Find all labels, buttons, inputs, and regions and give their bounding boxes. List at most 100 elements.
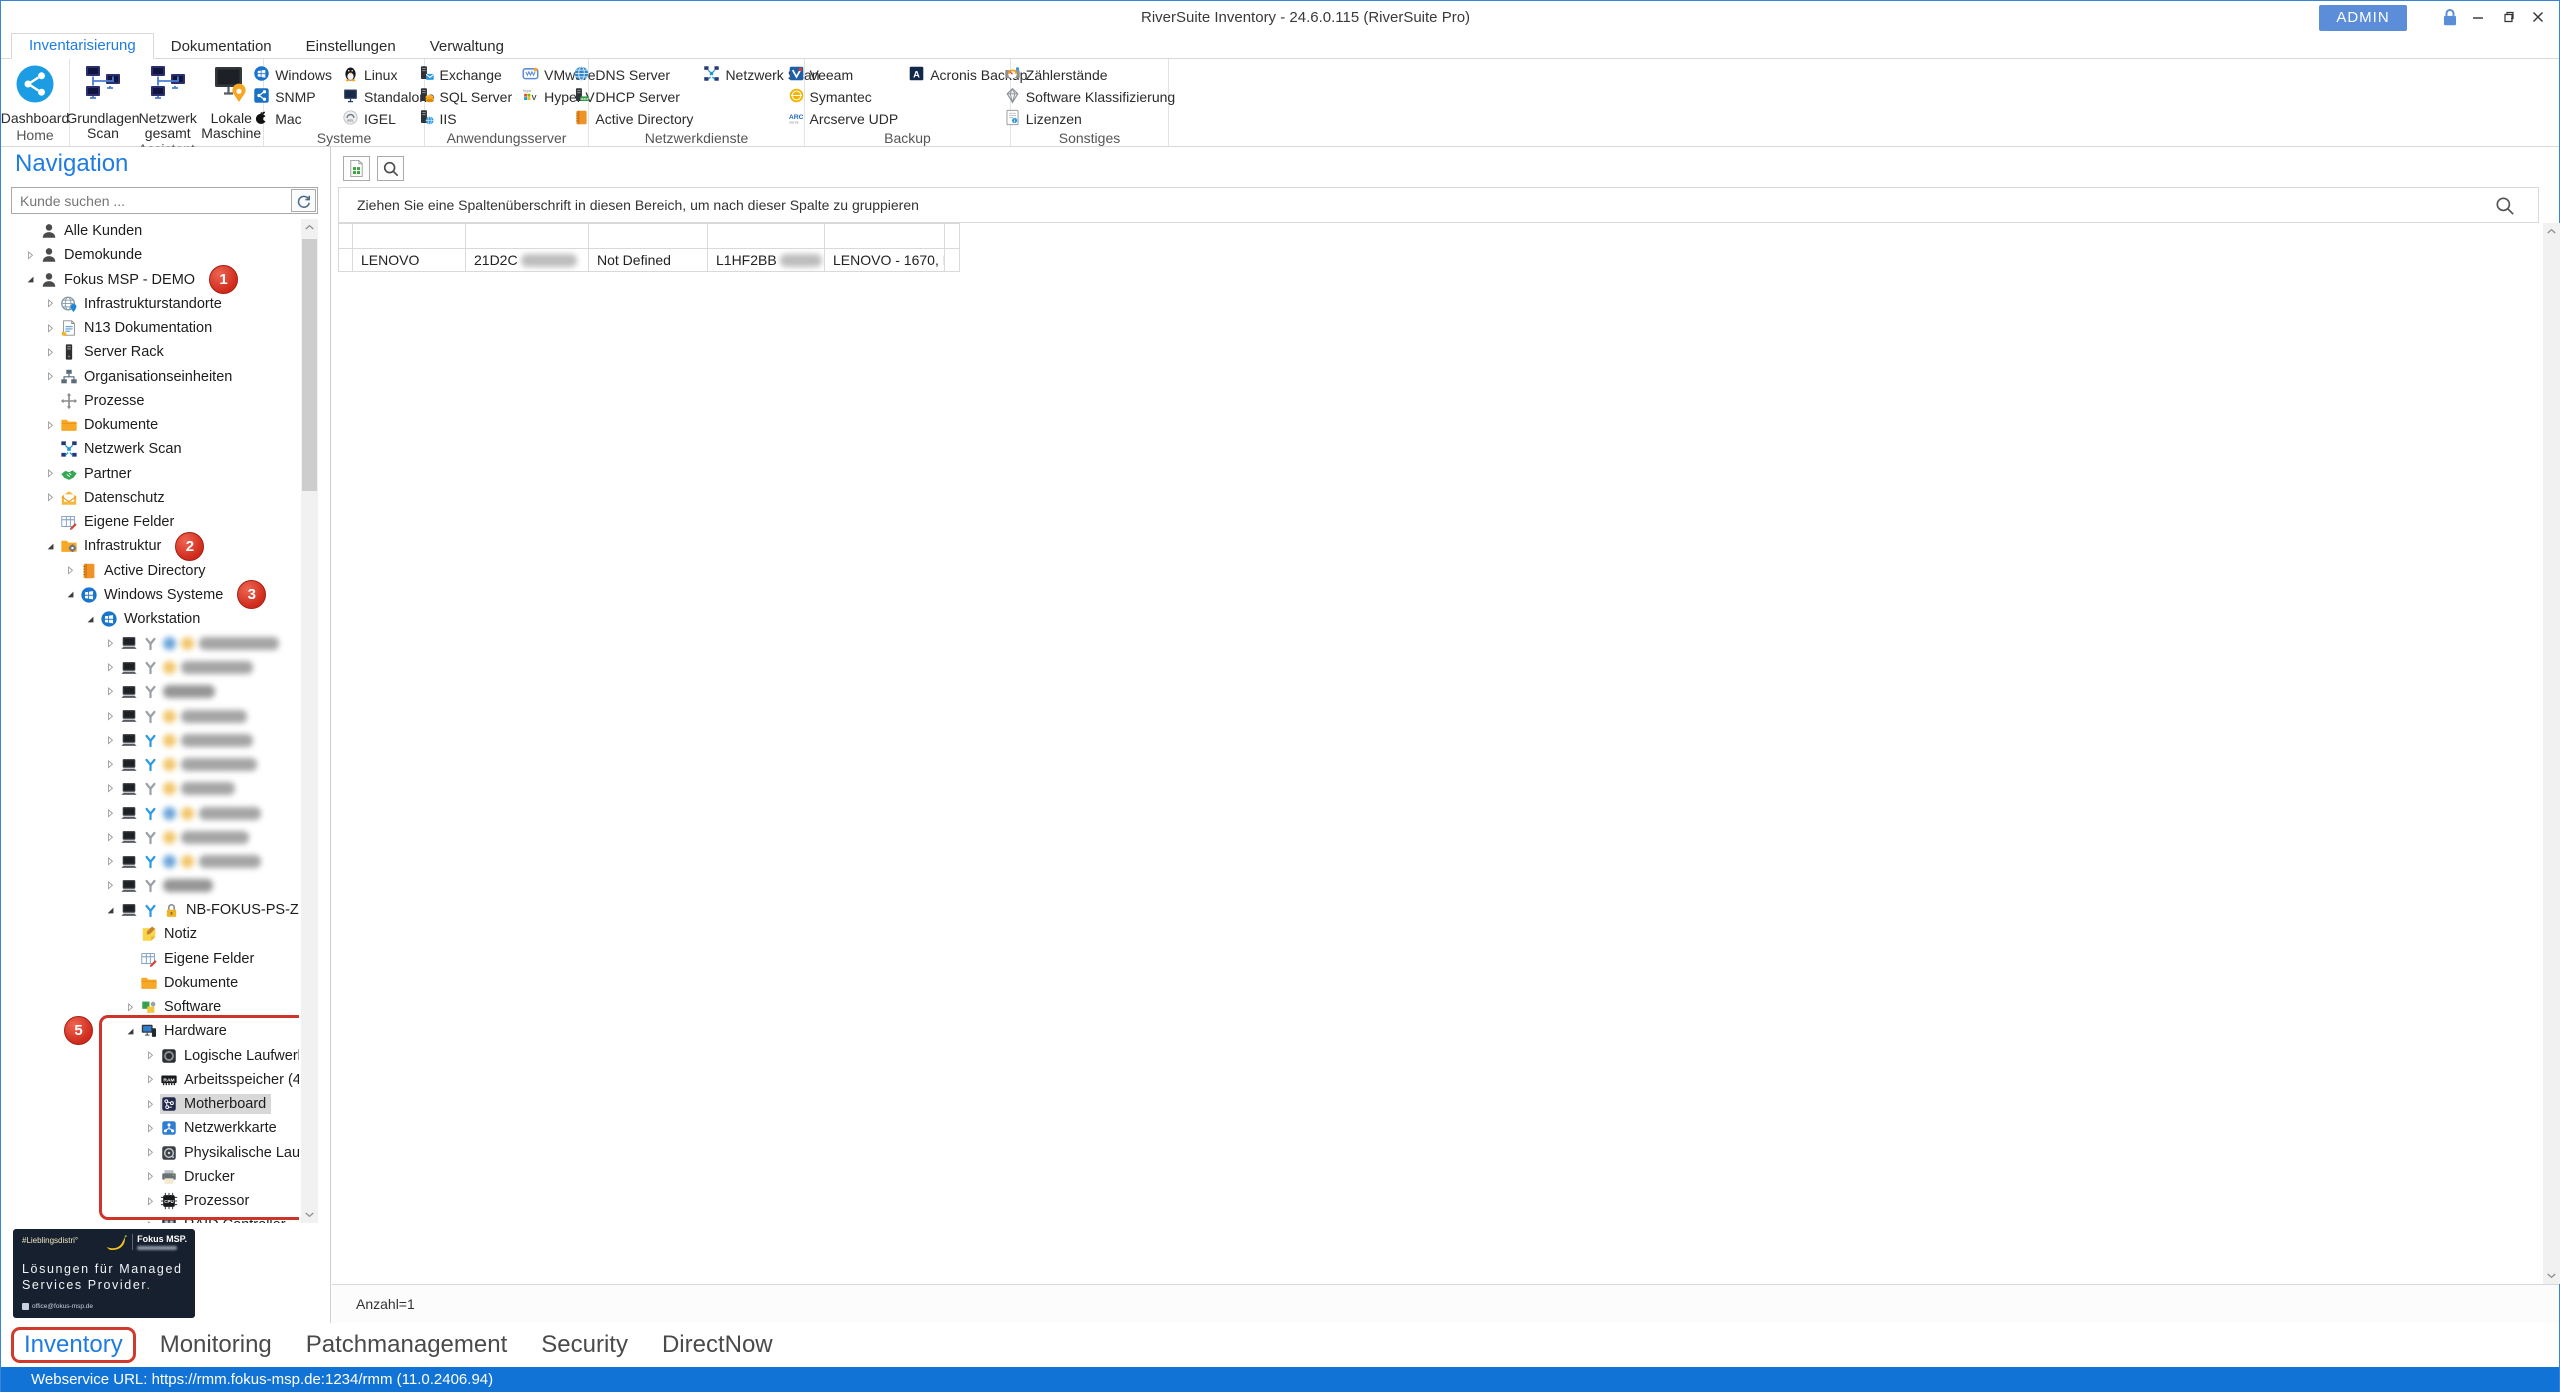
tree-scrollbar[interactable] <box>301 219 318 1223</box>
expander-closed-icon[interactable] <box>41 419 60 432</box>
expander-closed-icon[interactable] <box>101 710 120 723</box>
expander-closed-icon[interactable] <box>141 1195 160 1208</box>
expander-closed-icon[interactable] <box>41 322 60 335</box>
tree-item-active-directory[interactable]: Active Directory <box>1 559 299 583</box>
expander-closed-icon[interactable] <box>101 758 120 771</box>
ribbon-button-active-directory[interactable]: Active Directory <box>573 108 693 130</box>
ribbon-button-snmp[interactable]: SNMP <box>253 86 332 108</box>
menu-tab-verwaltung[interactable]: Verwaltung <box>413 35 521 59</box>
expander-open-icon[interactable] <box>41 540 60 553</box>
ribbon-button-symantec[interactable]: Symantec <box>788 86 899 108</box>
tree-item-alle-kunden[interactable]: Alle Kunden <box>1 219 299 243</box>
tree-item-dokumente[interactable]: Dokumente <box>1 971 299 995</box>
tree-item-redacted[interactable] <box>1 680 299 704</box>
expander-open-icon[interactable] <box>21 273 40 286</box>
tree-item-physikalische-laufwerke[interactable]: Physikalische Laufwerke <box>1 1141 299 1165</box>
tree-item-redacted[interactable] <box>1 825 299 849</box>
tree-item-partner[interactable]: Partner <box>1 462 299 486</box>
expander-open-icon[interactable] <box>101 904 120 917</box>
ribbon-button-netzwerk-gesamt[interactable]: Netzwerk gesamt <box>136 62 200 141</box>
tree-item-drucker[interactable]: Drucker <box>1 1165 299 1189</box>
expander-closed-icon[interactable] <box>101 831 120 844</box>
tree-item-windows-systeme[interactable]: Windows Systeme 3 <box>1 580 299 610</box>
module-tab-monitoring[interactable]: Monitoring <box>160 1331 272 1359</box>
expander-closed-icon[interactable] <box>41 370 60 383</box>
ribbon-button-grundlagen-scan[interactable]: Grundlagen Scan <box>66 62 140 141</box>
expander-closed-icon[interactable] <box>121 1001 140 1014</box>
tree-item-redacted[interactable] <box>1 850 299 874</box>
tree-item-demokunde[interactable]: Demokunde <box>1 243 299 267</box>
ribbon-button-sql-server[interactable]: SQL Server <box>418 86 512 108</box>
tree-item-workstation[interactable]: Workstation <box>1 607 299 631</box>
group-by-bar[interactable]: Ziehen Sie eine Spaltenüberschrift in di… <box>338 187 2539 223</box>
tree-item-redacted[interactable] <box>1 704 299 728</box>
tree-item-organisationseinheiten[interactable]: Organisationseinheiten <box>1 365 299 389</box>
ribbon-button-iis[interactable]: IIS <box>418 108 513 130</box>
menu-tab-einstellungen[interactable]: Einstellungen <box>289 35 413 59</box>
column-header-version[interactable] <box>589 223 708 249</box>
ribbon-button-z-hlerst-nde[interactable]: Zählerstände <box>1004 64 1175 86</box>
expander-closed-icon[interactable] <box>101 807 120 820</box>
column-header-bios-version[interactable] <box>825 223 945 249</box>
tree-item-eigene-felder[interactable]: Eigene Felder <box>1 510 299 534</box>
tree-item-redacted[interactable] <box>1 874 299 898</box>
tree-item-nb-fokus-ps-z13[interactable]: NB-FOKUS-PS-Z134 <box>1 898 299 922</box>
tree-item-software[interactable]: Software <box>1 995 299 1019</box>
ribbon-button-lizenzen[interactable]: i Lizenzen <box>1004 108 1175 130</box>
chevron-down-icon[interactable] <box>301 1206 318 1223</box>
module-tab-security[interactable]: Security <box>541 1331 628 1359</box>
expander-closed-icon[interactable] <box>101 855 120 868</box>
module-tab-directnow[interactable]: DirectNow <box>662 1331 773 1359</box>
export-button[interactable] <box>343 156 370 181</box>
expander-closed-icon[interactable] <box>41 467 60 480</box>
search-button[interactable] <box>377 156 404 181</box>
expander-open-icon[interactable] <box>81 613 100 626</box>
tree-item-motherboard[interactable]: Motherboard <box>1 1092 299 1116</box>
ribbon-button-windows[interactable]: Windows <box>253 64 332 86</box>
expander-closed-icon[interactable] <box>101 685 120 698</box>
minimize-button[interactable] <box>2463 3 2493 31</box>
ribbon-button-veeam[interactable]: Veeam <box>788 64 899 86</box>
ribbon-button-dns-server[interactable]: DNS Server <box>573 64 693 86</box>
expander-closed-icon[interactable] <box>141 1122 160 1135</box>
table-row[interactable]: LENOVO 21D2C Not Defined L1HF2BB LENOVO - 16… <box>338 249 960 272</box>
expander-closed-icon[interactable] <box>141 1219 160 1223</box>
ribbon-button-mac[interactable]: Mac <box>253 108 332 130</box>
tree-item-redacted[interactable] <box>1 728 299 752</box>
restore-button[interactable] <box>2493 3 2523 31</box>
tree-item-redacted[interactable] <box>1 631 299 655</box>
refresh-button[interactable] <box>291 189 316 212</box>
column-header-hersteller[interactable] <box>353 223 466 249</box>
tree-item-arbeitsspeicher-4-4[interactable]: RAM Arbeitsspeicher (4/4) <box>1 1068 299 1092</box>
tree-item-redacted[interactable] <box>1 656 299 680</box>
expander-closed-icon[interactable] <box>101 637 120 650</box>
module-tab-inventory[interactable]: Inventory <box>24 1331 123 1358</box>
expander-closed-icon[interactable] <box>141 1098 160 1111</box>
close-button[interactable] <box>2523 3 2553 31</box>
tree-item-fokus-msp-demo[interactable]: Fokus MSP - DEMO 1 <box>1 265 299 295</box>
tree-item-server-rack[interactable]: Server Rack <box>1 340 299 364</box>
column-header-seriennummer[interactable] <box>708 223 825 249</box>
ribbon-button-dhcp-server[interactable]: DHCP DHCP Server <box>573 86 693 108</box>
column-header-produkt[interactable] <box>466 223 589 249</box>
tree-item-datenschutz[interactable]: Datenschutz <box>1 486 299 510</box>
chevron-up-icon[interactable] <box>2543 223 2560 240</box>
tree-item-infrastruktur[interactable]: Infrastruktur 2 <box>1 531 299 561</box>
tree-item-eigene-felder[interactable]: Eigene Felder <box>1 947 299 971</box>
menu-tab-inventarisierung[interactable]: Inventarisierung <box>11 33 154 59</box>
expander-closed-icon[interactable] <box>101 782 120 795</box>
tree-item-redacted[interactable] <box>1 753 299 777</box>
expander-closed-icon[interactable] <box>41 491 60 504</box>
admin-button[interactable]: ADMIN <box>2319 5 2407 31</box>
menu-tab-dokumentation[interactable]: Dokumentation <box>154 35 289 59</box>
tree-item-netzwerk-scan[interactable]: Netzwerk Scan <box>1 437 299 461</box>
tree-item-raid-controller[interactable]: RAID Controller <box>1 1213 299 1223</box>
expander-closed-icon[interactable] <box>141 1073 160 1086</box>
ribbon-button-exchange[interactable]: Exchange <box>418 64 513 86</box>
tree-item-notiz[interactable]: Notiz <box>1 922 299 946</box>
tree-item-infrastrukturstandorte[interactable]: Infrastrukturstandorte <box>1 292 299 316</box>
expander-closed-icon[interactable] <box>101 661 120 674</box>
expander-closed-icon[interactable] <box>61 564 80 577</box>
expander-closed-icon[interactable] <box>41 297 60 310</box>
ribbon-button-dashboard[interactable]: Dashboard <box>1 62 69 126</box>
